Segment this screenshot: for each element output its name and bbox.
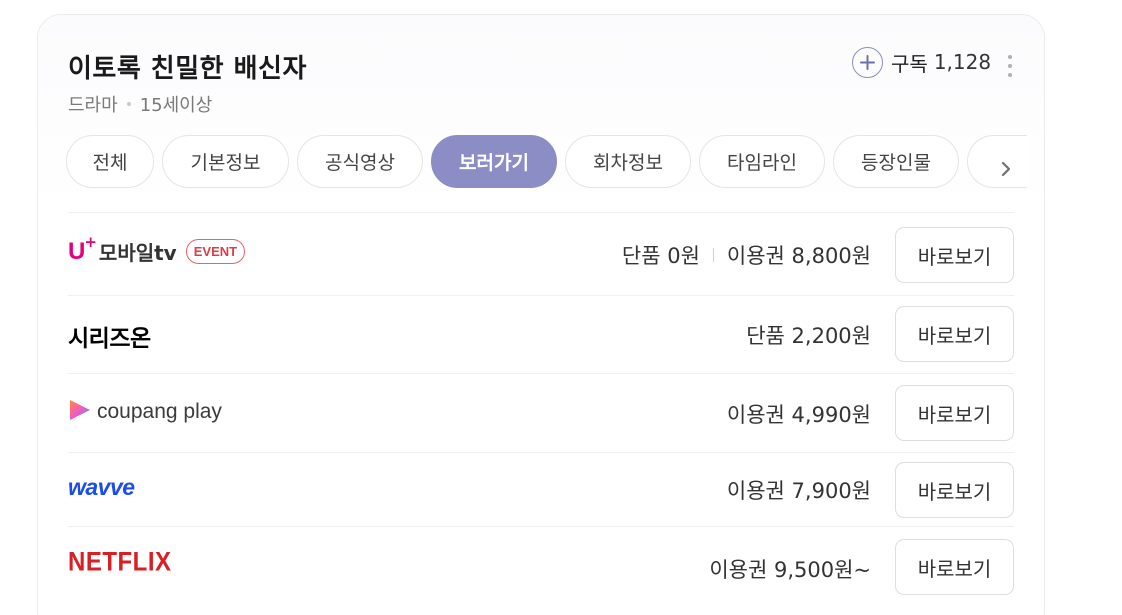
tab-all[interactable]: 전체: [66, 135, 154, 188]
price-single: 단품 0원: [621, 244, 700, 268]
tab-bar: 전체 기본정보 공식영상 보러가기 회차정보 타임라인 등장인물: [66, 135, 1035, 189]
wavve-logo-text: wavve: [68, 474, 135, 500]
price-pass: 이용권 7,900원: [726, 479, 871, 503]
page-title: 이토록 친밀한 배신자: [68, 54, 307, 84]
price-pass: 이용권 4,990원: [726, 403, 871, 427]
price-info: 단품 0원 이용권 8,800원: [622, 240, 871, 270]
netflix-logo-text: NETFLIX: [68, 547, 172, 578]
serieson-logo[interactable]: 시리즈온: [68, 319, 151, 353]
price-pass: 단품 2,200원: [746, 324, 871, 348]
watch-now-button[interactable]: 바로보기: [895, 539, 1014, 595]
coupang-play-triangle-icon: [68, 398, 92, 426]
genre-label: 드라마: [68, 95, 118, 116]
tab-timeline[interactable]: 타임라인: [699, 135, 825, 188]
provider-list: U + 모바일tv EVENT 단품 0원 이용권 8,800원 바로보기 시리…: [68, 213, 1014, 611]
price-info: 이용권 7,900원: [727, 475, 871, 505]
price-info: 이용권 4,990원: [727, 399, 871, 429]
uplus-logo-text: 모바일tv: [98, 241, 177, 265]
uplus-logo-u: U: [68, 237, 86, 265]
content-card: 이토록 친밀한 배신자 드라마 15세이상 구독 1,128 전체 기본정보 공…: [37, 14, 1045, 615]
price-pass: 이용권 8,800원: [726, 244, 871, 268]
coupangplay-logo[interactable]: coupang play: [68, 398, 222, 426]
chevron-right-icon[interactable]: [996, 157, 1016, 181]
uplus-logo[interactable]: U + 모바일tv EVENT: [68, 233, 246, 266]
price-info: 이용권 9,500원~: [709, 554, 871, 584]
provider-row-coupangplay: coupang play 이용권 4,990원 바로보기: [68, 374, 1014, 453]
watch-now-button[interactable]: 바로보기: [895, 306, 1014, 362]
rating-label: 15세이상: [139, 95, 213, 116]
serieson-logo-text: 시리즈온: [68, 326, 151, 352]
coupangplay-logo-text: coupang play: [97, 400, 222, 423]
uplus-logo-plus: +: [84, 232, 97, 251]
meta-info: 드라마 15세이상: [68, 91, 212, 117]
wavve-logo[interactable]: wavve: [68, 474, 135, 501]
tab-characters[interactable]: 등장인물: [833, 135, 959, 188]
price-pass: 이용권 9,500원~: [709, 558, 871, 582]
tab-basic-info[interactable]: 기본정보: [162, 135, 289, 188]
provider-row-wavve: wavve 이용권 7,900원 바로보기: [68, 453, 1014, 527]
watch-now-button[interactable]: 바로보기: [895, 385, 1014, 441]
tab-watch[interactable]: 보러가기: [431, 135, 557, 188]
subscribe-label: 구독: [891, 51, 928, 76]
plus-icon: [852, 46, 883, 78]
netflix-logo[interactable]: NETFLIX: [68, 547, 172, 578]
watch-now-button[interactable]: 바로보기: [895, 462, 1014, 518]
tab-episodes[interactable]: 회차정보: [565, 135, 691, 188]
price-info: 단품 2,200원: [746, 320, 871, 350]
tab-official-video[interactable]: 공식영상: [297, 135, 423, 188]
more-vertical-icon[interactable]: [1006, 55, 1014, 77]
watch-now-button[interactable]: 바로보기: [895, 227, 1014, 283]
subscribe-count: 1,128: [933, 50, 992, 74]
separator-dot: [126, 102, 131, 106]
price-separator: [712, 248, 714, 262]
provider-row-serieson: 시리즈온 단품 2,200원 바로보기: [68, 296, 1014, 374]
subscribe-button[interactable]: 구독 1,128: [852, 46, 991, 78]
provider-row-uplus: U + 모바일tv EVENT 단품 0원 이용권 8,800원 바로보기: [68, 213, 1014, 296]
provider-row-netflix: NETFLIX 이용권 9,500원~ 바로보기: [68, 527, 1014, 611]
event-badge: EVENT: [185, 239, 246, 264]
